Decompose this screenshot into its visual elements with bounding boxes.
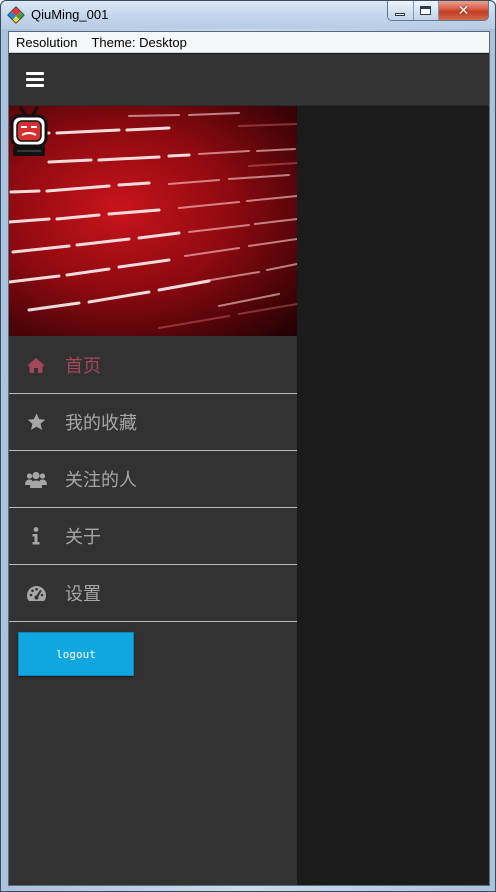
app-header bbox=[9, 54, 489, 106]
home-icon bbox=[25, 355, 47, 375]
hamburger-line bbox=[26, 78, 44, 81]
nav-item-settings[interactable]: 设置 bbox=[9, 565, 297, 622]
nav-label-favorites: 我的收藏 bbox=[65, 413, 137, 434]
menu-bar: Resolution Theme: Desktop bbox=[9, 32, 489, 53]
window-title: QiuMing_001 bbox=[31, 7, 109, 22]
code-background-image bbox=[9, 112, 297, 329]
app-icon bbox=[7, 6, 25, 24]
title-bar[interactable]: QiuMing_001 ✕ bbox=[1, 1, 495, 29]
application-window: QiuMing_001 ✕ Resolution Theme: Desktop bbox=[0, 0, 496, 892]
minimize-button[interactable] bbox=[388, 1, 414, 20]
close-button[interactable]: ✕ bbox=[439, 1, 488, 20]
close-icon: ✕ bbox=[457, 2, 470, 19]
maximize-button[interactable] bbox=[413, 1, 439, 20]
nav-label-about: 关于 bbox=[65, 527, 101, 548]
main-content-area bbox=[297, 107, 489, 885]
nav-label-home: 首页 bbox=[65, 356, 101, 377]
nav-label-settings: 设置 bbox=[65, 584, 101, 605]
dashboard-icon bbox=[25, 583, 47, 603]
nav-item-following[interactable]: 关注的人 bbox=[9, 451, 297, 508]
hamburger-menu-icon[interactable] bbox=[26, 72, 44, 87]
nav-item-favorites[interactable]: 我的收藏 bbox=[9, 394, 297, 451]
minimize-icon bbox=[395, 12, 406, 16]
nav-item-about[interactable]: 关于 bbox=[9, 508, 297, 565]
drawer-banner bbox=[9, 106, 297, 336]
tv-mascot-avatar bbox=[10, 106, 48, 156]
hamburger-line bbox=[26, 72, 44, 75]
hamburger-line bbox=[26, 84, 44, 87]
client-area: Resolution Theme: Desktop 首页 我的收藏 关注的人 关… bbox=[8, 31, 490, 886]
window-controls: ✕ bbox=[387, 1, 489, 21]
menu-resolution[interactable]: Resolution bbox=[9, 32, 84, 53]
maximize-icon bbox=[420, 6, 432, 15]
menu-theme[interactable]: Theme: Desktop bbox=[84, 32, 193, 53]
nav-item-home[interactable]: 首页 bbox=[9, 337, 297, 394]
info-icon bbox=[25, 526, 47, 546]
users-icon bbox=[25, 469, 47, 489]
nav-label-following: 关注的人 bbox=[65, 470, 137, 491]
navigation-drawer: 首页 我的收藏 关注的人 关于 设置 logout bbox=[9, 106, 297, 885]
logout-button[interactable]: logout bbox=[18, 632, 134, 676]
drawer-nav-list: 首页 我的收藏 关注的人 关于 设置 bbox=[9, 337, 297, 622]
star-icon bbox=[25, 412, 47, 432]
